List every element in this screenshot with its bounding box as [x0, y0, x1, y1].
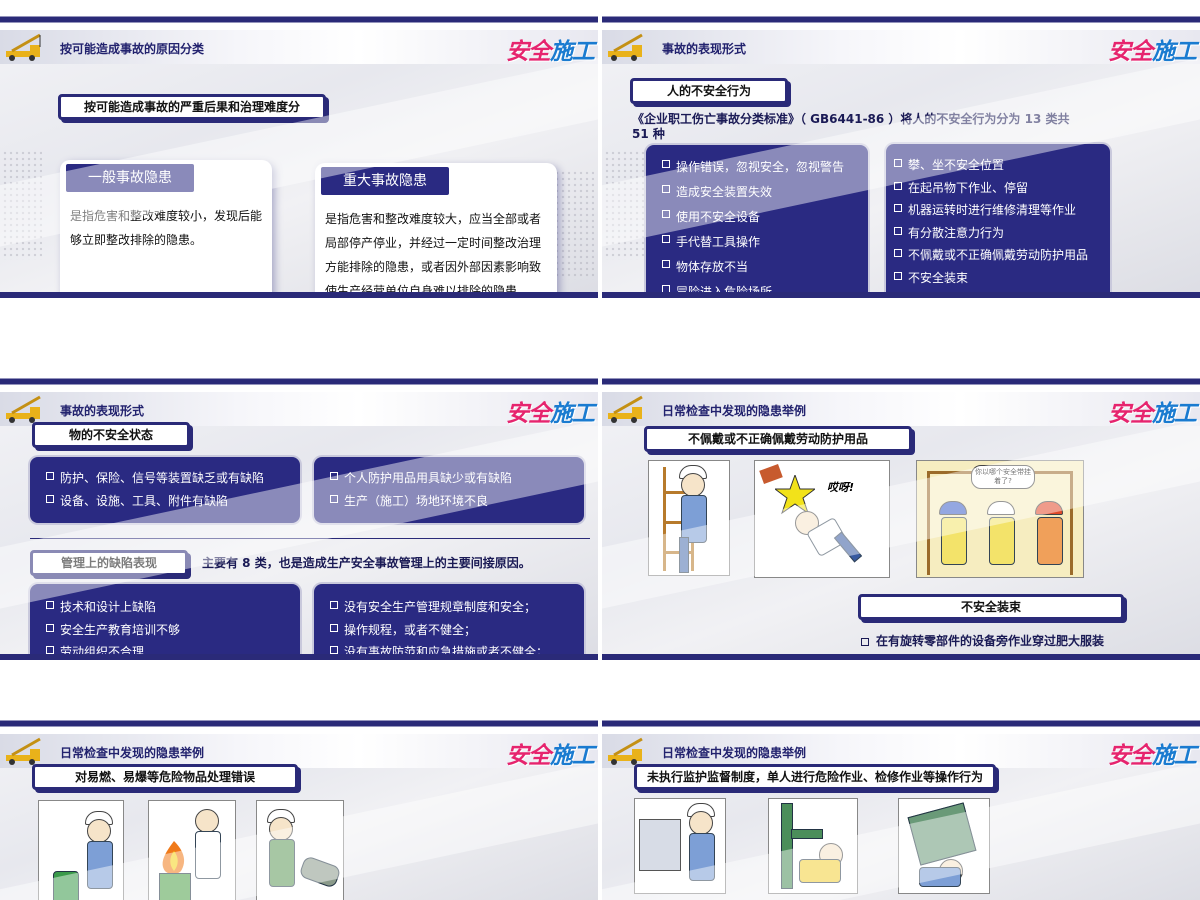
slide-6[interactable]: 日常检查中发现的隐患举例 安全施工 未执行监护监督制度，单人进行危险作业、检修作…	[602, 704, 1200, 900]
unsafe-attire-item: 在有旋转零部件的设备旁作业穿过肥大服装	[860, 630, 1104, 653]
general-hazard-text: 是指危害和整改难度较小，发现后能够立即整改排除的隐患。	[70, 209, 263, 247]
unsafe-state-tag: 物的不安全状态	[32, 422, 190, 448]
general-hazard-heading: 一般事故隐患	[66, 164, 194, 192]
construction-safety-logo: 安全施工	[1108, 743, 1197, 769]
general-hazard-card: 一般事故隐患 是指危害和整改难度较小，发现后能够立即整改排除的隐患。	[60, 160, 272, 298]
construction-safety-logo: 安全施工	[506, 39, 595, 65]
decor-dots	[604, 150, 644, 260]
unsafe-behavior-item: 不佩戴或不正确佩戴劳动防护用品	[892, 244, 1110, 267]
slide-4[interactable]: 日常检查中发现的隐患举例 安全施工 不佩戴或不正确佩戴劳动防护用品 哎呀! 你以…	[602, 362, 1200, 660]
bottom-bar	[602, 654, 1200, 660]
subtitle-tag: 按可能造成事故的严重后果和治理难度分	[58, 94, 326, 120]
top-bar	[602, 0, 1200, 30]
unsafe-behavior-item: 机器运转时进行维修清理等作业	[892, 199, 1110, 222]
unsafe-behavior-item: 物体存放不当	[660, 255, 868, 280]
management-note: 主要有 8 类，也是造成生产安全事故管理上的主要间接原因。	[202, 556, 531, 570]
unsafe-behavior-tag: 人的不安全行为	[630, 78, 788, 104]
falling-object-cartoon: 哎呀!	[754, 460, 890, 578]
bottom-bar	[0, 654, 598, 660]
management-defect-tag: 管理上的缺陷表现	[30, 550, 188, 576]
slide-1[interactable]: 按可能造成事故的原因分类 安全施工 按可能造成事故的严重后果和治理难度分 一般事…	[0, 0, 598, 298]
machine-worker-cartoon	[634, 798, 726, 894]
major-hazard-heading: 重大事故隐患	[321, 167, 449, 195]
crane-truck-icon	[608, 737, 643, 765]
unsafe-state-item: 防护、保险、信号等装置缺乏或有缺陷	[44, 467, 300, 490]
construction-safety-logo: 安全施工	[506, 743, 595, 769]
standard-intro: 《企业职工伤亡事故分类标准》（ GB6441-86 ）将人的不安全行为分为 13…	[632, 112, 1070, 141]
harness-workers-cartoon: 你以哪个安全带挂着了?	[916, 460, 1084, 578]
unsafe-behavior-item: 使用不安全设备	[660, 205, 868, 230]
unsafe-state-item: 个人防护用品用具缺少或有缺陷	[328, 467, 584, 490]
crushed-worker-cartoon	[898, 798, 990, 894]
bottom-bar	[602, 292, 1200, 298]
slide-title: 事故的表现形式	[662, 42, 747, 56]
unsafe-behavior-left-box: 操作错误，忽视安全，忽视警告 造成安全装置失效 使用不安全设备 手代替工具操作 物体存放…	[646, 145, 868, 298]
management-defect-item: 技术和设计上缺陷	[44, 596, 300, 619]
unsafe-attire-tag: 不安全装束	[858, 594, 1124, 620]
unsafe-behavior-item: 手代替工具操作	[660, 230, 868, 255]
major-hazard-card: 重大事故隐患 是指危害和整改难度较大，应当全部或者局部停产停业，并经过一定时间整…	[315, 163, 557, 298]
slide-title: 日常检查中发现的隐患举例	[662, 404, 807, 418]
unsafe-behavior-right-box: 攀、坐不安全位置 在起吊物下作业、停留 机器运转时进行维修清理等作业 有分散注意力行为…	[886, 144, 1110, 298]
bottom-bar	[0, 292, 598, 298]
top-bar	[0, 0, 598, 30]
worker-with-barrel-cartoon	[38, 800, 124, 900]
crane-truck-icon	[6, 395, 41, 423]
crane-truck-icon	[6, 33, 41, 61]
unsafe-state-item: 生产（施工）场地环境不良	[328, 490, 584, 513]
unsafe-behavior-item: 有分散注意力行为	[892, 222, 1110, 245]
unsafe-behavior-item: 造成安全装置失效	[660, 180, 868, 205]
solo-dangerous-work-tag: 未执行监护监督制度，单人进行危险作业、检修作业等操作行为	[634, 764, 996, 790]
pipe-accident-cartoon	[768, 798, 858, 894]
construction-safety-logo: 安全施工	[506, 401, 595, 427]
dropped-cylinder-cartoon	[256, 800, 344, 900]
management-right-box: 没有安全生产管理规章制度和安全； 操作规程，或者不健全； 没有事故防范和应急措施或者…	[314, 584, 584, 660]
impact-star-icon	[775, 475, 815, 515]
management-defect-item: 安全生产教育培训不够	[44, 619, 300, 642]
hazardous-materials-tag: 对易燃、易爆等危险物品处理错误	[32, 764, 298, 790]
crane-truck-icon	[608, 395, 643, 423]
decor-dots	[554, 170, 594, 280]
management-defect-item: 没有安全生产管理规章制度和安全；	[328, 596, 584, 619]
unsafe-state-item: 设备、设施、工具、附件有缺陷	[44, 490, 300, 513]
crane-truck-icon	[608, 33, 643, 61]
slide-2[interactable]: 事故的表现形式 安全施工 人的不安全行为 《企业职工伤亡事故分类标准》（ GB6…	[602, 0, 1200, 298]
slide-5[interactable]: 日常检查中发现的隐患举例 安全施工 对易燃、易爆等危险物品处理错误	[0, 704, 598, 900]
unsafe-behavior-item: 不安全装束	[892, 267, 1110, 290]
cartoon-exclaim: 哎呀!	[827, 481, 855, 494]
top-bar	[602, 362, 1200, 392]
construction-safety-logo: 安全施工	[1108, 39, 1197, 65]
slide-title: 按可能造成事故的原因分类	[60, 42, 205, 56]
divider	[30, 538, 590, 539]
top-bar	[602, 704, 1200, 734]
slide-title: 事故的表现形式	[60, 404, 145, 418]
unsafe-state-right-box: 个人防护用品用具缺少或有缺陷 生产（施工）场地环境不良	[314, 457, 584, 523]
top-bar	[0, 704, 598, 734]
unsafe-behavior-item: 操作错误，忽视安全，忽视警告	[660, 155, 868, 180]
decor-dots	[2, 150, 42, 260]
crane-truck-icon	[6, 737, 41, 765]
unsafe-behavior-item: 在起吊物下作业、停留	[892, 177, 1110, 200]
top-bar	[0, 362, 598, 392]
management-defect-item: 操作规程，或者不健全；	[328, 619, 584, 642]
major-hazard-text: 是指危害和整改难度较大，应当全部或者局部停产停业，并经过一定时间整改治理方能排除…	[325, 212, 542, 298]
construction-safety-logo: 安全施工	[1108, 401, 1197, 427]
speech-bubble: 你以哪个安全带挂着了?	[971, 465, 1035, 489]
management-left-box: 技术和设计上缺陷安全生产教育培训不够劳动组织不合理对现场工作缺乏检查或指导错误	[30, 584, 300, 660]
slide-title: 日常检查中发现的隐患举例	[60, 746, 205, 760]
ppe-tag: 不佩戴或不正确佩戴劳动防护用品	[644, 426, 912, 452]
slide-title: 日常检查中发现的隐患举例	[662, 746, 807, 760]
fire-bin-cartoon	[148, 800, 236, 900]
unsafe-behavior-item: 攀、坐不安全位置	[892, 154, 1110, 177]
ladder-worker-cartoon	[648, 460, 730, 576]
flame-icon	[162, 841, 185, 874]
slide-3[interactable]: 事故的表现形式 安全施工 物的不安全状态 防护、保险、信号等装置缺乏或有缺陷 设备…	[0, 362, 598, 660]
unsafe-state-left-box: 防护、保险、信号等装置缺乏或有缺陷 设备、设施、工具、附件有缺陷	[30, 457, 300, 523]
